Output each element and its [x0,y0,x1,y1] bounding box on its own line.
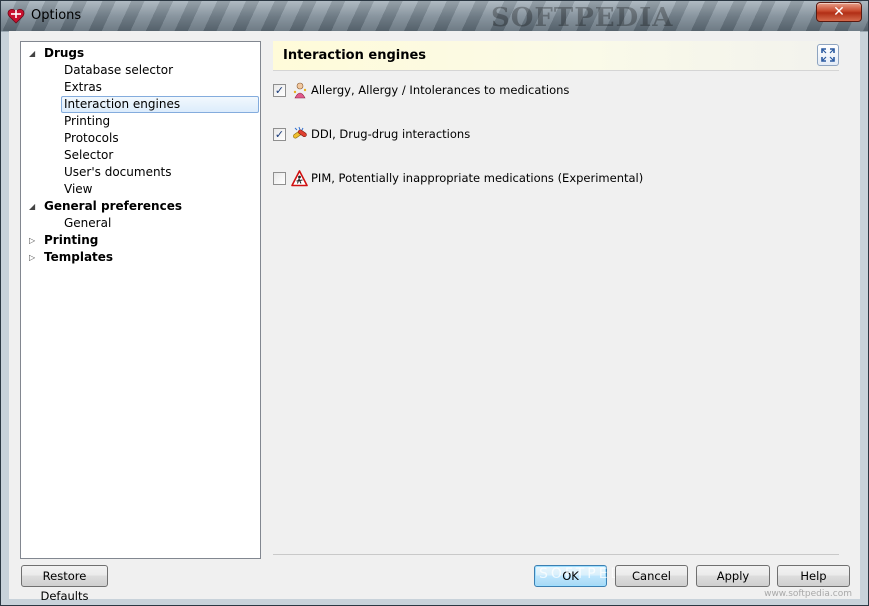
options-window: Options SOFTPEDIA ✕ ◢ Drugs Database selec… [0,0,869,606]
tree-item-view[interactable]: View [21,181,260,198]
tree-item-label: User's documents [64,165,172,179]
pim-checkbox[interactable] [273,171,286,185]
tree-item-user-s-documents[interactable]: User's documents [21,164,260,181]
tree-item-database-selector[interactable]: Database selector [21,62,260,79]
tree-item-extras[interactable]: Extras [21,79,260,96]
tree-group-general-preferences[interactable]: ◢ General preferences [21,198,260,215]
title-watermark: SOFTPEDIA [491,3,674,33]
collapsed-arrow-icon[interactable]: ▷ [29,249,39,266]
tree-group-drugs[interactable]: ◢ Drugs [21,45,260,62]
collapsed-arrow-icon[interactable]: ▷ [29,232,39,249]
ddi-label: DDI, Drug-drug interactions [311,127,471,141]
pim-warning-icon [291,169,308,186]
page-header: Interaction engines [273,41,839,71]
tree-item-printing[interactable]: Printing [21,113,260,130]
tree-item-protocols[interactable]: Protocols [21,130,260,147]
tree-group-label: Printing [44,233,99,247]
app-icon [7,8,25,24]
page-title: Interaction engines [283,48,427,63]
tree-item-label: Selector [64,148,114,162]
tree-group-label: Templates [44,250,114,264]
option-ddi[interactable]: ✓ DDI, Drug-drug interactions [273,124,470,144]
tree-item-general[interactable]: General [21,215,260,232]
tree-item-label: View [64,182,93,196]
ddi-icon [293,126,307,138]
expand-button[interactable] [817,44,839,66]
dialog-body: ◢ Drugs Database selector Extras Interaction… [9,31,860,603]
allergy-checkbox[interactable]: ✓ [273,83,286,97]
option-allergy[interactable]: ✓ Allergy, Allergy / Intolerances to med… [273,80,569,100]
tree-item-selector[interactable]: Selector [21,147,260,164]
tree-group-printing[interactable]: ▷ Printing [21,232,260,249]
fullscreen-icon [821,48,835,62]
tree-group-templates[interactable]: ▷ Templates [21,249,260,266]
tree-item-label: Interaction engines [64,97,181,111]
tree-item-label: Printing [64,114,111,128]
expanded-arrow-icon[interactable]: ◢ [29,45,39,62]
allergy-label: Allergy, Allergy / Intolerances to medic… [311,83,570,97]
help-button[interactable]: Help [777,565,850,587]
pim-label: PIM, Potentially inappropriate medicatio… [311,171,644,185]
ok-button[interactable]: OK [534,565,607,587]
tree-group-label: General preferences [44,199,182,213]
footer-separator [273,554,839,555]
expanded-arrow-icon[interactable]: ◢ [29,198,39,215]
option-pim[interactable]: PIM, Potentially inappropriate medicatio… [273,168,643,188]
cancel-button[interactable]: Cancel [615,565,688,587]
title-bar[interactable]: Options SOFTPEDIA ✕ [1,1,868,33]
allergy-icon [293,82,307,98]
restore-defaults-button[interactable]: Restore Defaults [21,565,108,603]
footer-watermark: www.softpedia.com [764,589,852,599]
ddi-checkbox[interactable]: ✓ [273,127,286,141]
tree-item-label: General [64,216,112,230]
tree-item-label: Database selector [64,63,174,77]
tree-group-label: Drugs [44,46,85,60]
tree-item-label: Protocols [64,131,119,145]
tree-item-label: Extras [64,80,102,94]
tree-item-interaction-engines[interactable]: Interaction engines [21,96,260,113]
preferences-tree[interactable]: ◢ Drugs Database selector Extras Interaction… [20,41,261,559]
window-title: Options [31,8,82,23]
close-button[interactable]: ✕ [816,2,862,22]
apply-button[interactable]: Apply [696,565,770,587]
